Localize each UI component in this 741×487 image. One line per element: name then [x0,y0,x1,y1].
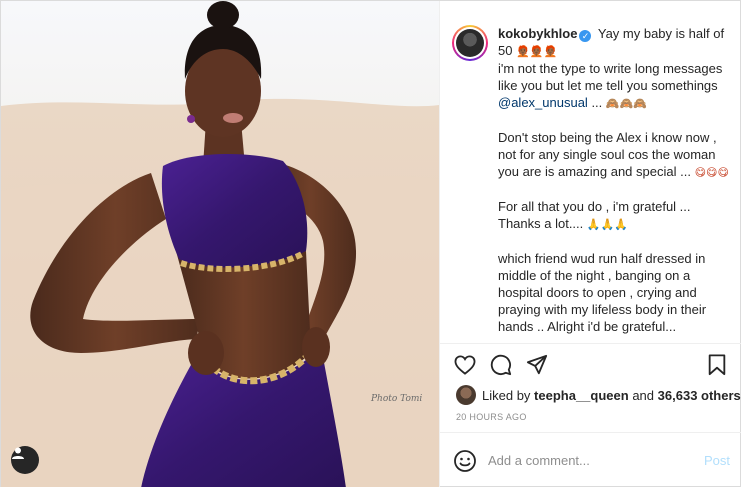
author-username[interactable]: kokobykhloe [498,26,577,41]
photo-watermark: Photo Tomi [370,394,422,404]
caption-para-1: i'm not the type to write long messages … [498,61,723,110]
comment-input[interactable] [488,453,698,468]
user-tag-icon[interactable] [11,446,39,474]
likes-count[interactable]: 36,633 others [658,388,741,403]
post-photo[interactable]: Photo Tomi [1,1,439,487]
caption-text: kokobykhloe ✓ Yay my baby is half of 50 🧑… [498,25,730,335]
caption-para-2: Don't stop being the Alex i know now , n… [498,130,729,179]
comment-bubble-icon[interactable] [488,352,514,378]
caption-emoji-faces: 😋😋😋 [694,166,729,179]
post-side-panel: kokobykhloe ✓ Yay my baby is half of 50 🧑… [439,1,741,487]
instagram-post: Photo Tomi kokobykhloe ✓ Yay my baby is h… [0,0,741,487]
liker-username[interactable]: teepha__queen [534,388,629,403]
caption-para-3: For all that you do , i'm grateful ... T… [498,199,691,231]
post-comment-button[interactable]: Post [704,453,730,468]
smiley-icon[interactable] [452,448,478,474]
bookmark-icon[interactable] [704,352,730,378]
mention-link[interactable]: @alex_unusual [498,95,588,110]
caption-emoji-monkeys: 🙈🙈🙈 [605,97,647,110]
comment-bar: Post [440,432,741,487]
caption-para-4: which friend wud run half dressed in mid… [498,251,707,334]
photo-illustration: Photo Tomi [1,1,439,487]
verified-badge-icon: ✓ [579,30,592,42]
caption-head-emoji: 🧑🏾‍🦰🧑🏾‍🦰🧑🏾‍🦰 [516,45,558,58]
likes-prefix: Liked by [482,387,531,403]
heart-icon[interactable] [452,352,478,378]
caption-scroll-area[interactable]: kokobykhloe ✓ Yay my baby is half of 50 🧑… [440,1,741,343]
author-avatar[interactable] [452,25,488,61]
liker-avatar [456,385,476,405]
likes-mid: and [632,387,655,403]
caption-emoji-pray: 🙏🙏🙏 [586,218,628,231]
likes-summary[interactable]: Liked by teepha__queen and 36,633 others [456,384,741,406]
action-bar [440,343,741,383]
paper-plane-icon[interactable] [524,352,550,378]
caption-row: kokobykhloe ✓ Yay my baby is half of 50 🧑… [452,25,730,335]
post-timestamp[interactable]: 20 HOURS AGO [456,412,527,422]
